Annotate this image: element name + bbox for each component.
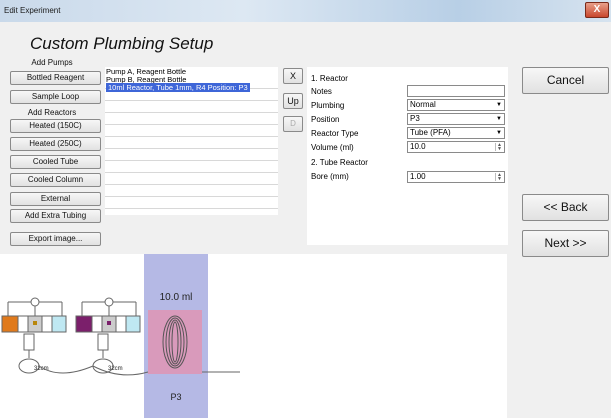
volume-stepper[interactable]: 10.0 ▲ ▼	[407, 141, 505, 153]
chevron-down-icon: ▼	[496, 102, 502, 108]
bore-value: 1.00	[410, 172, 426, 181]
reactor-type-value: Tube (PFA)	[410, 128, 451, 137]
list-row-empty[interactable]	[105, 101, 278, 113]
loop-b-length: 32cm	[108, 366, 123, 372]
plumbing-label: Plumbing	[311, 101, 345, 110]
reactor-position-label: P3	[170, 392, 181, 402]
list-row-empty[interactable]	[105, 173, 278, 185]
list-row-empty[interactable]	[105, 89, 278, 101]
export-image-button[interactable]: Export image...	[10, 232, 101, 246]
spinner-icon[interactable]: ▲ ▼	[495, 143, 503, 152]
position-select[interactable]: P3 ▼	[407, 113, 505, 125]
list-row-empty[interactable]	[105, 149, 278, 161]
reactor-type-select[interactable]: Tube (PFA) ▼	[407, 127, 505, 139]
add-pumps-label: Add Pumps	[31, 58, 73, 67]
cooled-tube-button[interactable]: Cooled Tube	[10, 155, 101, 169]
position-value: P3	[410, 114, 420, 123]
list-row-empty[interactable]	[105, 137, 278, 149]
bore-stepper[interactable]: 1.00 ▲ ▼	[407, 171, 505, 183]
reactor-volume-label: 10.0 ml	[160, 292, 193, 303]
spinner-icon[interactable]: ▲ ▼	[495, 173, 503, 182]
close-button[interactable]: X	[585, 2, 609, 18]
position-label: Position	[311, 115, 340, 124]
next-button[interactable]: Next >>	[522, 230, 609, 257]
chevron-down-icon: ▼	[496, 130, 502, 136]
list-row-empty[interactable]	[105, 113, 278, 125]
move-up-button[interactable]: Up	[283, 93, 303, 109]
sample-loop-button[interactable]: Sample Loop	[10, 90, 101, 104]
move-down-button: D	[283, 116, 303, 132]
diagram-canvas: 10.0 ml P3 32cm 32cm	[1, 254, 240, 418]
chevron-down-icon: ▼	[496, 116, 502, 122]
notes-label: Notes	[311, 87, 332, 96]
pump-a-icon: 32cm	[1, 297, 67, 374]
properties-panel: 1. Reactor Notes Plumbing Normal ▼ Positi…	[307, 67, 508, 245]
heated-150c-button[interactable]: Heated (150C)	[10, 119, 101, 133]
component-list[interactable]: Pump A, Reagent Bottle Pump B, Reagent B…	[105, 67, 278, 215]
add-reactors-label: Add Reactors	[27, 108, 77, 117]
add-extra-tubing-button[interactable]: Add Extra Tubing	[10, 209, 101, 223]
bore-label: Bore (mm)	[311, 172, 349, 181]
plumbing-select[interactable]: Normal ▼	[407, 99, 505, 111]
volume-value: 10.0	[410, 142, 426, 151]
cooled-column-button[interactable]: Cooled Column	[10, 173, 101, 187]
page-title: Custom Plumbing Setup	[30, 34, 214, 53]
external-button[interactable]: External	[10, 192, 101, 206]
volume-label: Volume (ml)	[311, 143, 354, 152]
notes-field[interactable]	[407, 85, 505, 97]
window-title: Edit Experiment	[4, 6, 61, 15]
cancel-button[interactable]: Cancel	[522, 67, 609, 94]
pump-b-icon: 32cm	[75, 297, 141, 374]
plumbing-value: Normal	[410, 100, 436, 109]
list-row-empty[interactable]	[105, 197, 278, 209]
heated-250c-button[interactable]: Heated (250C)	[10, 137, 101, 151]
title-bar: Edit Experiment X	[0, 0, 611, 22]
list-row-empty[interactable]	[105, 185, 278, 197]
list-item[interactable]: Pump A, Reagent Bottle Pump B, Reagent B…	[105, 67, 278, 92]
section-tube-reactor-heading: 2. Tube Reactor	[311, 158, 368, 167]
list-row-empty[interactable]	[105, 125, 278, 137]
bottled-reagent-button[interactable]: Bottled Reagent	[10, 71, 101, 85]
section-reactor-heading: 1. Reactor	[311, 74, 348, 83]
plumbing-diagram: 10.0 ml P3 32cm 32cm	[0, 254, 507, 418]
remove-button[interactable]: X	[283, 68, 303, 84]
reactor-type-label: Reactor Type	[311, 129, 359, 138]
edit-experiment-window: Edit Experiment X Custom Plumbing Setup …	[0, 0, 611, 418]
list-row-empty[interactable]	[105, 161, 278, 173]
back-button[interactable]: << Back	[522, 194, 609, 221]
